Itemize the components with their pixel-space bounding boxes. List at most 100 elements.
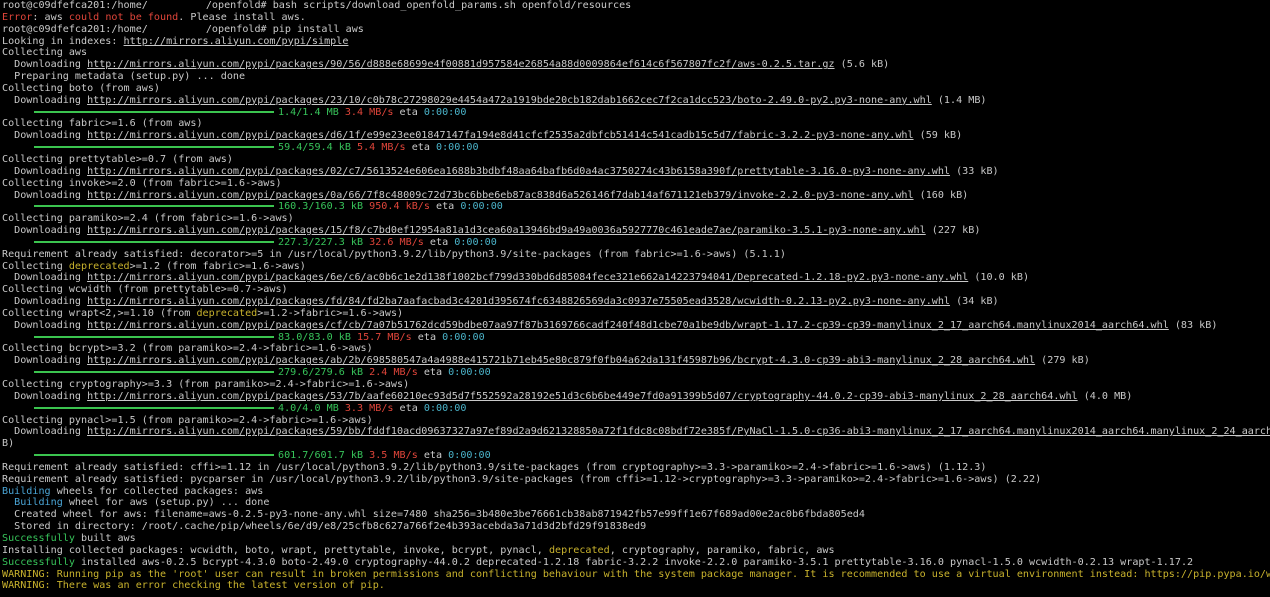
terminal-line: Collecting wrapt<2,>=1.10 (from deprecat… <box>2 308 1270 320</box>
url-text[interactable]: http://mirrors.aliyun.com/pypi/simple <box>124 36 349 47</box>
line-text: Requirement already satisfied: pycparser… <box>2 473 1042 485</box>
line-text: 0:00:00 <box>454 236 497 248</box>
line-text: 0:00:00 <box>448 367 491 379</box>
terminal-line: Collecting boto (from aws) <box>2 83 1270 95</box>
redacted-text <box>147 0 206 10</box>
terminal-line: Downloading http://mirrors.aliyun.com/py… <box>2 95 1270 107</box>
url-text[interactable]: http://mirrors.aliyun.com/pypi/packages/… <box>87 296 950 307</box>
line-text: Downloading <box>2 189 88 201</box>
url-text[interactable]: http://mirrors.aliyun.com/pypi/packages/… <box>87 95 932 106</box>
terminal-line: Installing collected packages: wcwidth, … <box>2 545 1270 557</box>
url-text[interactable]: http://mirrors.aliyun.com/pypi/packages/… <box>87 320 1169 331</box>
line-text: >=1.2->fabric>=1.6->aws) <box>257 307 404 319</box>
url-text[interactable]: http://mirrors.aliyun.com/pypi/packages/… <box>87 225 926 236</box>
terminal-line: Downloading http://mirrors.aliyun.com/py… <box>2 426 1270 438</box>
line-text: Downloading <box>2 59 88 71</box>
line-text: Downloading <box>2 94 88 106</box>
terminal-line: Requirement already satisfied: cffi>=1.1… <box>2 462 1270 474</box>
line-text: (5.6 kB) <box>834 59 890 71</box>
line-text: Collecting <box>2 260 69 272</box>
line-text: WARNING: Running pip as the 'root' user … <box>2 568 1270 580</box>
line-text: Downloading <box>2 272 88 284</box>
line-text: 160.3/160.3 kB <box>278 201 364 213</box>
line-text: 0:00:00 <box>442 331 485 343</box>
url-text[interactable]: http://mirrors.aliyun.com/pypi/packages/… <box>87 391 1078 402</box>
progress-line: 83.0/83.0 kB 15.7 MB/s eta 0:00:00 <box>2 332 1270 344</box>
line-text: 0:00:00 <box>448 450 491 462</box>
url-text[interactable]: http://mirrors.aliyun.com/pypi/packages/… <box>87 59 834 70</box>
line-text <box>2 497 14 508</box>
terminal-line: Downloading http://mirrors.aliyun.com/py… <box>2 272 1270 284</box>
line-text: eta <box>393 106 424 118</box>
line-text: (1.4 MB) <box>931 94 987 106</box>
line-text: . Please install aws. <box>178 11 306 23</box>
terminal-line: root@c09dfefca201:/home/ /openfold# bash … <box>2 0 1270 12</box>
line-text: 601.7/601.7 kB <box>278 450 364 462</box>
redacted-text <box>147 24 206 34</box>
line-text: Downloading <box>2 426 88 438</box>
line-text: Successfully <box>2 532 75 544</box>
line-text: WARNING: There was an error checking the… <box>2 580 385 592</box>
progress-line: 1.4/1.4 MB 3.4 MB/s eta 0:00:00 <box>2 107 1270 119</box>
line-text: Collecting fabric>=1.6 (from aws) <box>2 118 203 130</box>
line-text: Collecting prettytable>=0.7 (from aws) <box>2 153 233 165</box>
line-text: root@c09dfefca201:/home/ <box>2 0 148 11</box>
terminal-line: Stored in directory: /root/.cache/pip/wh… <box>2 521 1270 533</box>
progress-bar <box>34 110 274 113</box>
terminal-line: Successfully installed aws-0.2.5 bcrypt-… <box>2 557 1270 569</box>
line-text: eta <box>417 367 449 379</box>
terminal-line: Collecting pynacl>=1.5 (from paramiko>=2… <box>2 415 1270 427</box>
terminal-line: Building wheels for collected packages: … <box>2 486 1270 498</box>
terminal-line: Created wheel for aws: filename=aws-0.2.… <box>2 509 1270 521</box>
line-text: Downloading <box>2 390 88 402</box>
url-text[interactable]: http://mirrors.aliyun.com/pypi/packages/… <box>87 355 1035 366</box>
progress-bar <box>34 240 274 243</box>
progress-line: 601.7/601.7 kB 3.5 MB/s eta 0:00:00 <box>2 450 1270 462</box>
line-text: Successfully <box>2 556 75 568</box>
url-text[interactable]: http://mirrors.aliyun.com/pypi/packages/… <box>87 166 950 177</box>
line-text: Downloading <box>2 319 88 331</box>
line-text: Collecting bcrypt>=3.2 (from paramiko>=2… <box>2 343 373 355</box>
terminal-line: Downloading http://mirrors.aliyun.com/py… <box>2 296 1270 308</box>
line-text: eta <box>405 142 437 154</box>
line-text: Downloading <box>2 165 88 177</box>
terminal-line: Looking in indexes: http://mirrors.aliyu… <box>2 36 1270 48</box>
line-text: Collecting wrapt<2,>=1.10 (from <box>2 307 197 319</box>
progress-bar <box>34 205 274 208</box>
line-text: wheel for aws (setup.py) ... done <box>62 497 270 509</box>
url-text[interactable]: http://mirrors.aliyun.com/pypi/packages/… <box>87 190 913 201</box>
url-text[interactable]: http://mirrors.aliyun.com/pypi/packages/… <box>87 426 1270 437</box>
line-text: 950.4 kB/s <box>369 201 430 213</box>
terminal-line: Downloading http://mirrors.aliyun.com/py… <box>2 355 1270 367</box>
line-text: 2.4 MB/s <box>369 367 418 379</box>
line-text: (59 kB) <box>913 130 963 142</box>
line-text: Requirement already satisfied: decorator… <box>2 248 786 260</box>
line-text: B) <box>2 438 15 450</box>
line-text: Looking in indexes: <box>2 35 124 47</box>
line-text: (83 kB) <box>1168 319 1218 331</box>
line-text: Error <box>2 11 33 23</box>
line-text: Building <box>14 497 63 509</box>
progress-line: 227.3/227.3 kB 32.6 MB/s eta 0:00:00 <box>2 237 1270 249</box>
line-text: installed aws-0.2.5 bcrypt-4.3.0 boto-2.… <box>74 556 1194 568</box>
terminal-line: Requirement already satisfied: decorator… <box>2 249 1270 261</box>
line-text: Collecting aws <box>2 47 88 59</box>
line-text: Downloading <box>2 225 88 237</box>
line-text: Downloading <box>2 355 88 367</box>
line-text: 15.7 MB/s <box>357 331 412 343</box>
line-text: (160 kB) <box>913 189 969 201</box>
url-text[interactable]: http://mirrors.aliyun.com/pypi/packages/… <box>87 130 913 141</box>
line-text: Collecting paramiko>=2.4 (from fabric>=1… <box>2 213 294 225</box>
line-text: (10.0 kB) <box>968 272 1030 284</box>
line-text: >=1.2 (from fabric>=1.6->aws) <box>129 260 306 272</box>
line-text: 32.6 MB/s <box>369 236 424 248</box>
terminal-line: Downloading http://mirrors.aliyun.com/py… <box>2 225 1270 237</box>
terminal-line: Preparing metadata (setup.py) ... done <box>2 71 1270 83</box>
url-text[interactable]: http://mirrors.aliyun.com/pypi/packages/… <box>87 272 968 283</box>
line-text: 3.5 MB/s <box>369 450 418 462</box>
terminal-line: Successfully built aws <box>2 533 1270 545</box>
terminal-line: Downloading http://mirrors.aliyun.com/py… <box>2 391 1270 403</box>
terminal-line: Collecting deprecated>=1.2 (from fabric>… <box>2 261 1270 273</box>
line-text: 0:00:00 <box>423 402 467 414</box>
line-text: 3.3 MB/s <box>344 402 394 414</box>
